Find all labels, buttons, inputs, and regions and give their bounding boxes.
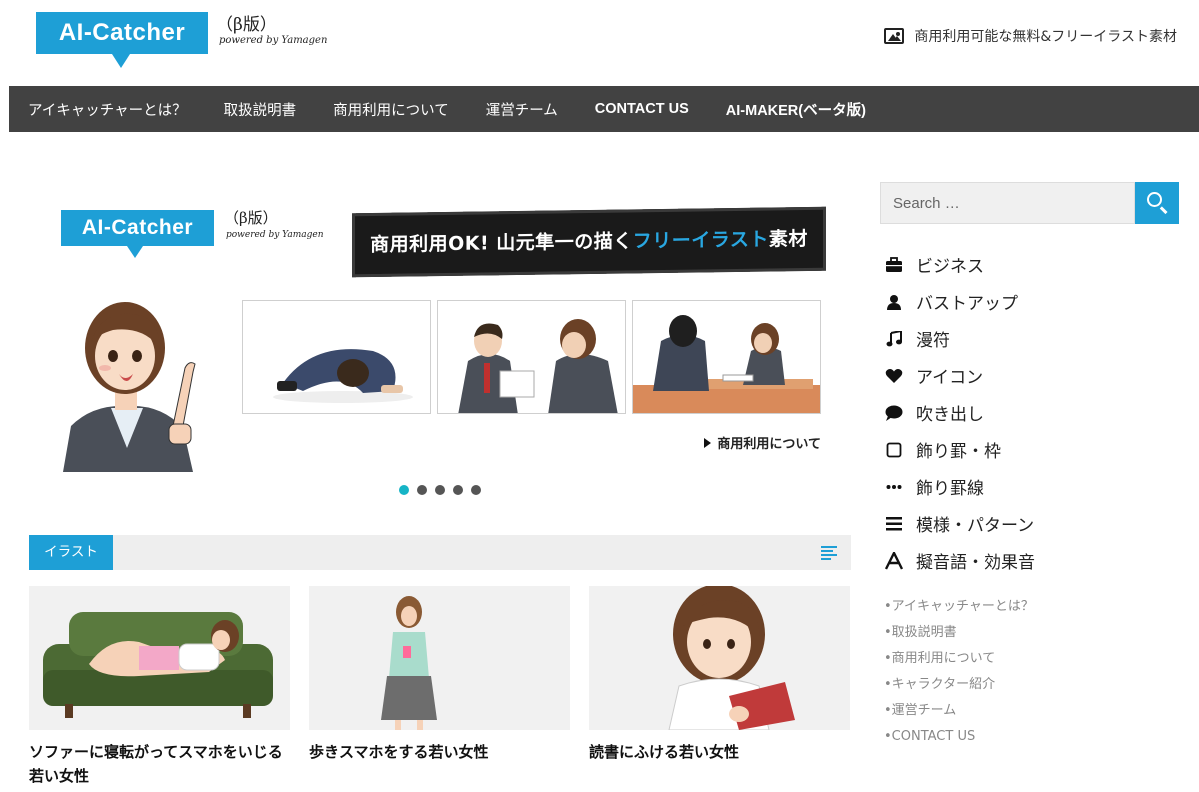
manga-panel-bowing (242, 300, 431, 414)
category-item-bust-up[interactable]: バストアップ (884, 283, 1184, 320)
font-icon (884, 551, 904, 571)
hero-link-label: 商用利用について (717, 437, 821, 452)
nav-item-contact[interactable]: CONTACT US (595, 101, 689, 117)
sidebar-links: •アイキャッチャーとは？ •取扱説明書 •商用利用について •キャラクター紹介 … (884, 594, 1034, 750)
category-label: 飾り罫線 (916, 479, 984, 499)
category-label: 擬音語・効果音 (916, 553, 1035, 573)
hero-logo-beta: （β版） (224, 209, 278, 227)
user-icon (884, 292, 904, 312)
search-button[interactable] (1135, 182, 1179, 224)
site-tagline: 商用利用可能な無料&フリーイラスト素材 (884, 26, 1177, 46)
walking-girl-illustration (381, 596, 437, 730)
slider-dots (399, 485, 481, 495)
slider-dot-5[interactable] (471, 485, 481, 495)
nav-item-commercial-use[interactable]: 商用利用について (333, 99, 449, 120)
category-label: バストアップ (916, 294, 1018, 314)
heart-icon (884, 366, 904, 386)
category-item-manpu[interactable]: 漫符 (884, 320, 1184, 357)
sidebar-link-commercial-use[interactable]: •商用利用について (884, 646, 1034, 672)
slider-dot-3[interactable] (435, 485, 445, 495)
category-item-icon[interactable]: アイコン (884, 357, 1184, 394)
card-thumbnail[interactable] (589, 586, 850, 730)
slider-dot-4[interactable] (453, 485, 463, 495)
sidebar-link-manual[interactable]: •取扱説明書 (884, 620, 1034, 646)
category-item-onomatopoeia[interactable]: 擬音語・効果音 (884, 542, 1184, 579)
category-label: 吹き出し (916, 405, 984, 425)
search-input[interactable] (880, 182, 1135, 224)
cafe-conversation-illustration (633, 315, 820, 413)
image-icon (884, 28, 905, 44)
nav-item-team[interactable]: 運営チーム (486, 99, 558, 120)
sidebar-link-about[interactable]: •アイキャッチャーとは？ (884, 594, 1034, 620)
hero-logo-powered-by: powered by Yamagen (226, 230, 324, 240)
category-item-pattern[interactable]: 模様・パターン (884, 505, 1184, 542)
category-item-business[interactable]: ビジネス (884, 246, 1184, 283)
illust-card-grid: ソファーに寝転がってスマホをいじる若い女性 歩きスマホをする若い女性 読書にふけ… (29, 586, 850, 788)
card-title[interactable]: 読書にふける若い女性 (589, 740, 850, 764)
card-title[interactable]: ソファーに寝転がってスマホをいじる若い女性 (29, 740, 290, 788)
manga-panel-cafe (632, 300, 821, 414)
speech-bubble-icon (884, 403, 904, 423)
illust-card[interactable]: 読書にふける若い女性 (589, 586, 850, 788)
hero-banner: 商用利用OK! 山元隼一の描くフリーイラスト素材 (352, 206, 826, 278)
music-note-icon (884, 329, 904, 349)
category-label: ビジネス (916, 257, 984, 277)
text-lines-icon[interactable] (821, 546, 837, 560)
tagline-text: 商用利用可能な無料&フリーイラスト素材 (914, 29, 1177, 45)
dots-icon (884, 477, 904, 497)
hero-commercial-use-link[interactable]: 商用利用について (704, 433, 821, 452)
slider-dot-1[interactable] (399, 485, 409, 495)
sidebar-link-team[interactable]: •運営チーム (884, 698, 1034, 724)
logo-text: AI-Catcher (36, 12, 208, 54)
hero-logo: AI-Catcher （β版） powered by Yamagen (61, 209, 341, 266)
sidebar-link-contact[interactable]: •CONTACT US (884, 724, 1034, 750)
square-icon (884, 440, 904, 460)
site-header: AI-Catcher （β版） powered by Yamagen 商用利用可… (0, 0, 1199, 86)
category-item-frame[interactable]: 飾り罫・枠 (884, 431, 1184, 468)
category-item-speech-bubble[interactable]: 吹き出し (884, 394, 1184, 431)
logo-beta-label: （β版） (216, 15, 277, 35)
slider-dot-2[interactable] (417, 485, 427, 495)
category-label: 飾り罫・枠 (916, 442, 1001, 462)
nav-item-manual[interactable]: 取扱説明書 (224, 99, 297, 120)
logo-powered-by: powered by Yamagen (219, 35, 328, 46)
search-form (880, 182, 1179, 224)
main-nav: アイキャッチャーとは？ 取扱説明書 商用利用について 運営チーム CONTACT… (9, 86, 1199, 132)
nav-item-ai-maker[interactable]: AI-MAKER(ベータ版) (726, 99, 866, 120)
hero-logo-text: AI-Catcher (61, 210, 214, 246)
card-thumbnail[interactable] (309, 586, 570, 730)
triangle-right-icon (704, 437, 712, 448)
category-list: ビジネス バストアップ 漫符 アイコン 吹き出し 飾り罫・枠 飾り罫線 模様・パ… (884, 246, 1184, 579)
sofa-girl-illustration (43, 612, 273, 718)
category-item-border-lines[interactable]: 飾り罫線 (884, 468, 1184, 505)
search-icon (1147, 192, 1162, 207)
card-title[interactable]: 歩きスマホをする若い女性 (309, 740, 570, 764)
office-argument-illustration (458, 319, 618, 413)
nav-item-about[interactable]: アイキャッチャーとは？ (28, 99, 187, 120)
hero-logo-tail (127, 246, 143, 258)
category-label: アイコン (916, 368, 984, 388)
section-tab-illust[interactable]: イラスト (29, 535, 113, 570)
hero-manga-panels (242, 300, 821, 414)
category-label: 漫符 (916, 331, 950, 351)
bowing-man-illustration (273, 349, 413, 403)
site-logo[interactable]: AI-Catcher （β版） powered by Yamagen (36, 12, 336, 72)
illust-card[interactable]: 歩きスマホをする若い女性 (309, 586, 570, 788)
hero-girl-illustration (63, 302, 196, 472)
briefcase-icon (884, 255, 904, 275)
hero-banner-suffix: 素材 (768, 227, 808, 251)
card-thumbnail[interactable] (29, 586, 290, 730)
hero-slider[interactable]: AI-Catcher （β版） powered by Yamagen 商用利用O… (29, 180, 851, 510)
logo-bubble-tail (112, 54, 130, 68)
manga-panel-meeting (437, 300, 626, 414)
illust-card[interactable]: ソファーに寝転がってスマホをいじる若い女性 (29, 586, 290, 788)
hero-banner-text: 商用利用OK! 山元隼一の描く (370, 230, 633, 257)
section-header-illust: イラスト (29, 535, 851, 570)
category-label: 模様・パターン (916, 516, 1035, 536)
hero-banner-highlight: フリーイラスト (632, 228, 769, 253)
reading-girl-illustration (668, 586, 795, 730)
list-icon (884, 514, 904, 534)
sidebar-link-characters[interactable]: •キャラクター紹介 (884, 672, 1034, 698)
